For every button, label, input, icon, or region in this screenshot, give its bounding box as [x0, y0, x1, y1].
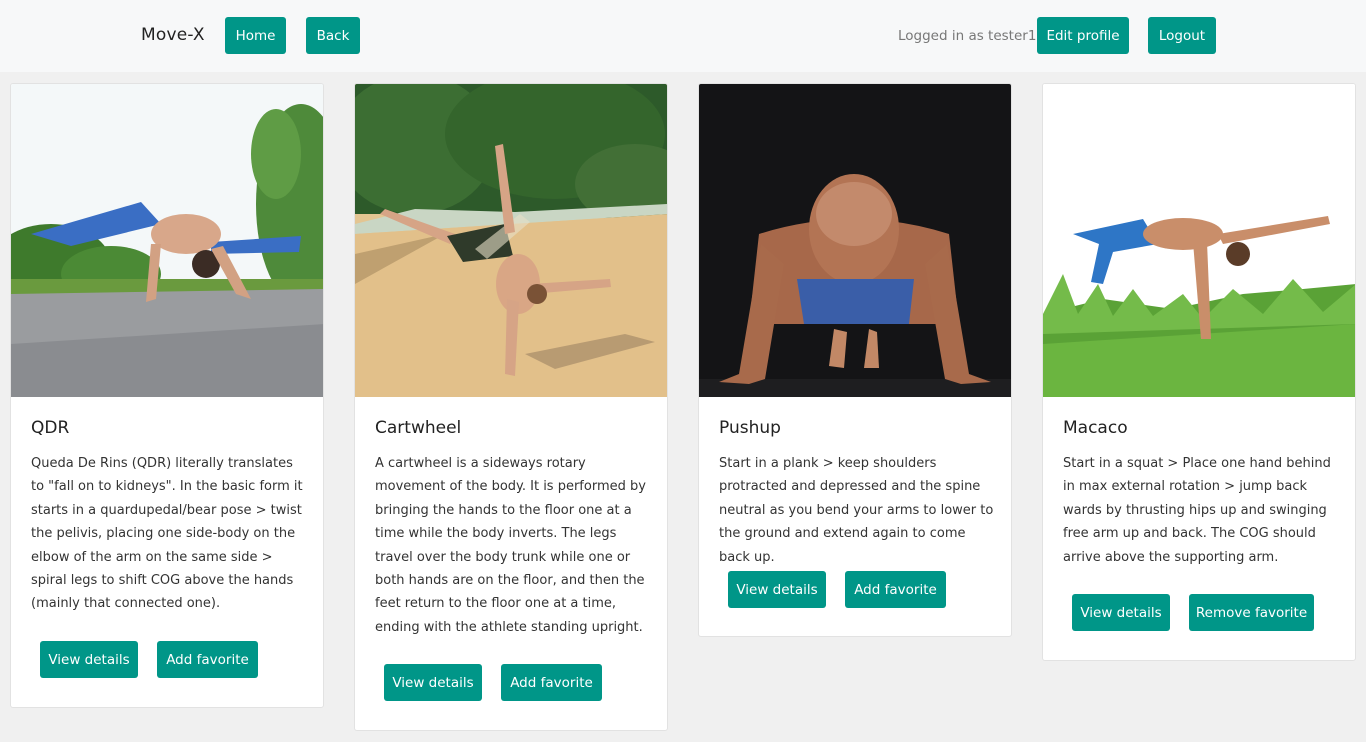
exercise-title: Macaco: [1063, 418, 1128, 438]
back-button[interactable]: Back: [306, 17, 360, 54]
logout-button[interactable]: Logout: [1148, 17, 1216, 54]
exercise-image: [1043, 84, 1355, 397]
exercise-card-cartwheel: Cartwheel A cartwheel is a sideways rota…: [354, 83, 668, 731]
view-details-button[interactable]: View details: [40, 641, 138, 678]
edit-profile-button[interactable]: Edit profile: [1037, 17, 1129, 54]
exercise-title: Pushup: [719, 418, 781, 438]
exercise-image: [355, 84, 667, 397]
logged-in-status: Logged in as tester12: [898, 28, 1046, 44]
home-button[interactable]: Home: [225, 17, 286, 54]
qdr-photo: [11, 84, 323, 397]
view-details-button[interactable]: View details: [728, 571, 826, 608]
cartwheel-photo: [355, 84, 667, 397]
exercise-card-qdr: QDR Queda De Rins (QDR) literally transl…: [10, 83, 324, 708]
macaco-photo: [1043, 84, 1355, 397]
navbar: Move-X Home Back Logged in as tester12 E…: [0, 0, 1366, 72]
exercise-card-pushup: Pushup Start in a plank > keep shoulders…: [698, 83, 1012, 637]
add-favorite-button[interactable]: Add favorite: [501, 664, 602, 701]
brand-logo[interactable]: Move-X: [141, 25, 205, 45]
exercise-description: Queda De Rins (QDR) literally translates…: [31, 456, 303, 612]
exercise-card-macaco: Macaco Start in a squat > Place one hand…: [1042, 83, 1356, 661]
view-details-button[interactable]: View details: [384, 664, 482, 701]
exercise-image: [11, 84, 323, 397]
view-details-button[interactable]: View details: [1072, 594, 1170, 631]
exercise-title: QDR: [31, 418, 70, 438]
pushup-photo: [699, 84, 1011, 397]
exercise-description: Start in a squat > Place one hand behind…: [1063, 456, 1331, 565]
add-favorite-button[interactable]: Add favorite: [157, 641, 258, 678]
remove-favorite-button[interactable]: Remove favorite: [1189, 594, 1314, 631]
add-favorite-button[interactable]: Add favorite: [845, 571, 946, 608]
exercise-description: Start in a plank > keep shoulders protra…: [719, 456, 994, 565]
exercise-title: Cartwheel: [375, 418, 462, 438]
exercise-image: [699, 84, 1011, 397]
exercise-description: A cartwheel is a sideways rotary movemen…: [375, 456, 646, 635]
